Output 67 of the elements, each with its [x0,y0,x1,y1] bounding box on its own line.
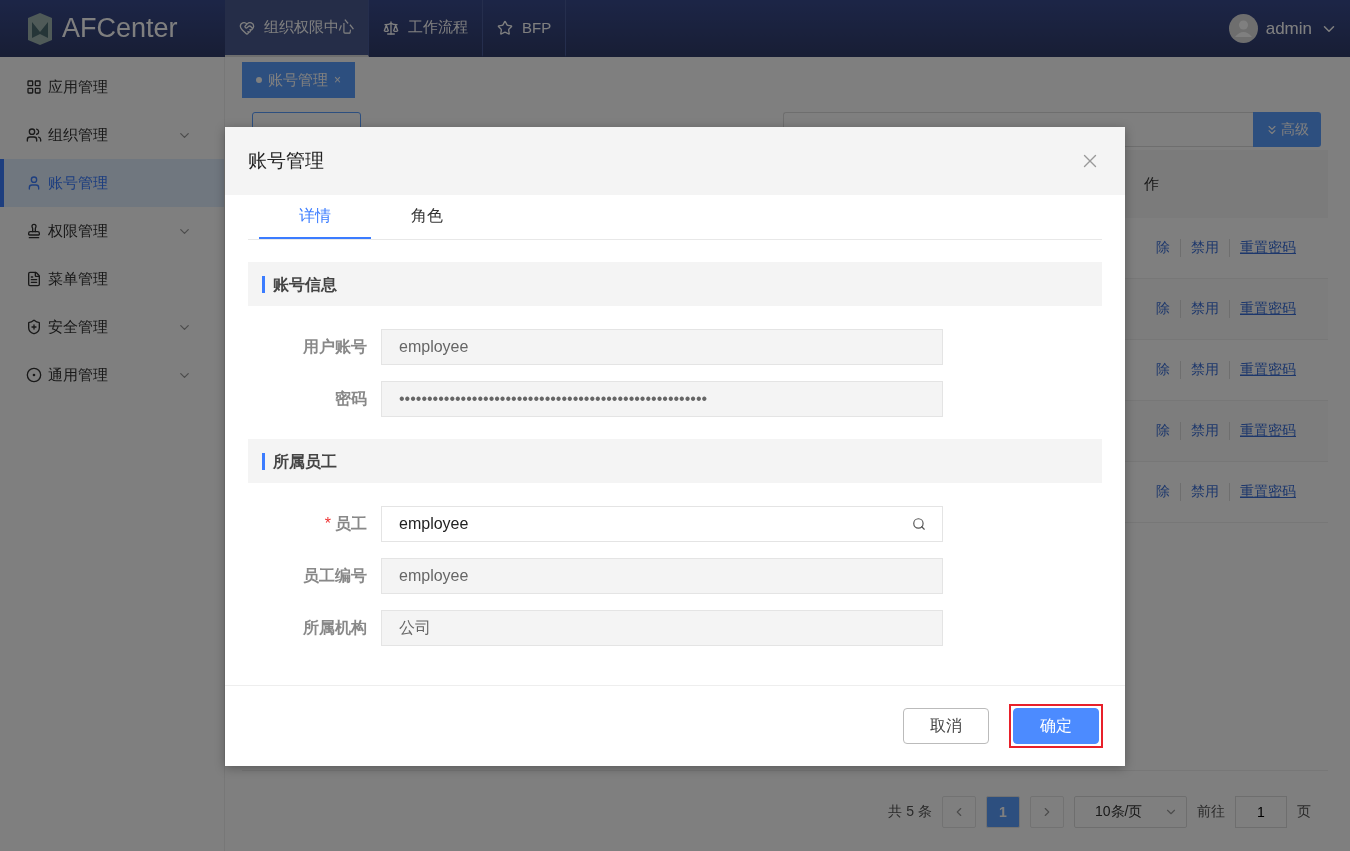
action-link[interactable]: 禁用 [1180,239,1229,257]
sidebar-item[interactable]: 账号管理 [0,159,224,207]
sidebar-item[interactable]: 权限管理 [0,207,208,255]
action-link[interactable]: 重置密码 [1229,483,1306,501]
nav-tab[interactable]: BFP [483,0,567,57]
column-header: 作 [1144,174,1159,194]
action-link[interactable]: 除 [1146,239,1180,257]
sidebar-item[interactable]: 通用管理 [0,351,208,399]
stamp-icon [26,223,42,239]
section-title: 账号信息 [262,275,337,293]
action-link[interactable]: 禁用 [1180,422,1229,440]
logo-text: AFCenter [62,13,178,44]
action-link[interactable]: 重置密码 [1229,361,1306,379]
scale-icon [383,19,399,36]
star-icon [497,19,513,36]
users-icon [26,127,42,143]
logo-icon [26,11,54,46]
field-label: 密码 [334,388,368,409]
field-value: employee [399,567,470,585]
field-label: 员工编号 [302,565,368,586]
shield-icon [26,319,42,335]
action-link[interactable]: 禁用 [1180,300,1229,318]
field-value: ••••••••••••••••••••••••••••••••••••••••••••••••••••••• [399,390,709,408]
advanced-button[interactable]: 高级 [1253,112,1321,147]
avatar-icon [1228,14,1258,43]
action-link[interactable]: 重置密码 [1229,239,1306,257]
page-button[interactable]: 1 [986,796,1020,828]
document-icon [26,271,42,287]
sidebar-item[interactable]: 应用管理 [0,63,208,111]
dialog-tab[interactable]: 详情 [259,195,371,239]
input-field[interactable]: employee [381,506,943,542]
sidebar-item[interactable]: 安全管理 [0,303,208,351]
field-value: employee [399,515,470,533]
action-link[interactable]: 除 [1146,361,1180,379]
field-label: * 员工 [323,513,368,534]
action-link[interactable]: 重置密码 [1229,422,1306,440]
field-value: employee [399,338,470,356]
action-link[interactable]: 除 [1146,483,1180,501]
page-size-select[interactable]: 10条/页 [1074,796,1187,828]
field-value: 公司 [399,617,432,638]
grid-icon [26,79,42,95]
search-icon[interactable] [912,517,926,531]
ring-icon [26,367,42,383]
goto-label: 前往 [1197,803,1225,821]
nav-tab[interactable]: 工作流程 [369,0,483,57]
action-link[interactable]: 禁用 [1180,361,1229,379]
sidebar-item[interactable]: 组织管理 [0,111,208,159]
action-link[interactable]: 禁用 [1180,483,1229,501]
section-title: 所属员工 [262,452,337,470]
cancel-button[interactable]: 取消 [903,708,989,744]
field-label: 所属机构 [302,617,368,638]
page-suffix: 页 [1297,803,1311,821]
confirm-button[interactable]: 确定 [1013,708,1099,744]
page-input[interactable]: 1 [1235,796,1287,828]
dialog-tab[interactable]: 角色 [371,195,483,239]
close-icon[interactable]: × [334,73,341,87]
action-link[interactable]: 除 [1146,300,1180,318]
user-name[interactable]: admin [1265,18,1312,39]
action-link[interactable]: 除 [1146,422,1180,440]
field-label: 用户账号 [302,336,368,357]
total-count: 共 5 条 [888,803,932,821]
dialog-title: 账号管理 [248,149,324,173]
sidebar-item[interactable]: 菜单管理 [0,255,208,303]
page-tab[interactable]: 账号管理 × [242,62,355,98]
action-link[interactable]: 重置密码 [1229,300,1306,318]
nav-tab[interactable]: 组织权限中心 [225,0,369,57]
user-icon [26,175,42,191]
